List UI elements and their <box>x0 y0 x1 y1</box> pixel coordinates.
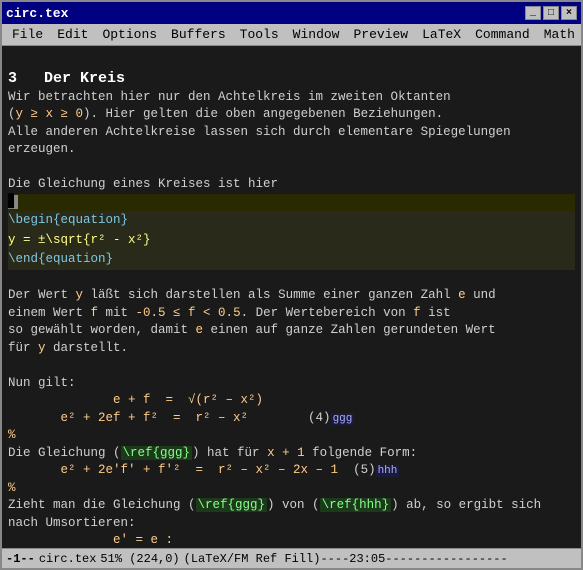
maximize-button[interactable]: □ <box>543 6 559 20</box>
line-15: Nun gilt: <box>8 375 575 393</box>
menu-buffers[interactable]: Buffers <box>165 26 232 43</box>
menu-command[interactable]: Command <box>469 26 536 43</box>
line-19: Die Gleichung (\ref{ggg}) hat für x + 1 … <box>8 445 575 463</box>
line-23: nach Umsortieren: <box>8 515 575 533</box>
menu-tools[interactable]: Tools <box>234 26 285 43</box>
line-17: e² + 2ef + f² = r² – x² (4)ggg <box>8 410 575 428</box>
line-14 <box>8 357 575 375</box>
menu-edit[interactable]: Edit <box>51 26 94 43</box>
close-button[interactable]: × <box>561 6 577 20</box>
status-position: 51% (224,0) <box>100 552 179 566</box>
line-6: erzeugen. <box>8 141 575 159</box>
menu-options[interactable]: Options <box>96 26 163 43</box>
line-7 <box>8 159 575 177</box>
line-21: % <box>8 480 575 498</box>
line-9 <box>8 270 575 288</box>
menu-file[interactable]: File <box>6 26 49 43</box>
menu-latex[interactable]: LaTeX <box>416 26 467 43</box>
title-bar-title: circ.tex <box>6 6 68 21</box>
line-heading: 3 Der Kreis <box>8 68 575 89</box>
minimize-button[interactable]: _ <box>525 6 541 20</box>
line-end-eq: \end{equation} <box>8 250 575 270</box>
main-window: circ.tex _ □ × File Edit Options Buffers… <box>0 0 583 570</box>
content-area[interactable]: 3 Der Kreis Wir betrachten hier nur den … <box>2 46 581 548</box>
menu-math[interactable]: Math <box>538 26 581 43</box>
line-16: e + f = √(r² – x²) <box>8 392 575 410</box>
line-eq-content: y = ±\sqrt{r² - x²} <box>8 231 575 251</box>
line-18: % <box>8 427 575 445</box>
status-bar: -1-- circ.tex 51% (224,0) (LaTeX/FM Ref … <box>2 548 581 568</box>
line-20: e² + 2e'f' + f'² = r² – x² – 2x – 1 (5)h… <box>8 462 575 480</box>
status-filename: circ.tex <box>39 552 97 566</box>
line-3: Wir betrachten hier nur den Achtelkreis … <box>8 89 575 107</box>
line-8: Die Gleichung eines Kreises ist hier <box>8 176 575 194</box>
status-extra: (LaTeX/FM Ref Fill)----23:05------------… <box>184 552 508 566</box>
line-12: so gewählt worden, damit e einen auf gan… <box>8 322 575 340</box>
line-begin-eq: \begin{equation} <box>8 211 575 231</box>
title-bar-controls: _ □ × <box>525 6 577 20</box>
menu-preview[interactable]: Preview <box>347 26 414 43</box>
title-bar: circ.tex _ □ × <box>2 2 581 24</box>
line-4: (y ≥ x ≥ 0). Hier gelten die oben angege… <box>8 106 575 124</box>
line-1 <box>8 50 575 68</box>
line-24: e' = e : <box>8 532 575 548</box>
menu-window[interactable]: Window <box>287 26 346 43</box>
line-5: Alle anderen Achtelkreise lassen sich du… <box>8 124 575 142</box>
menu-bar: File Edit Options Buffers Tools Window P… <box>2 24 581 46</box>
line-10: Der Wert y läßt sich darstellen als Summ… <box>8 287 575 305</box>
line-11: einem Wert f mit -0.5 ≤ f < 0.5. Der Wer… <box>8 305 575 323</box>
line-13: für y darstellt. <box>8 340 575 358</box>
line-22: Zieht man die Gleichung (\ref{ggg}) von … <box>8 497 575 515</box>
line-cursor: ▋ <box>8 194 575 212</box>
status-mode: -1-- <box>6 552 35 566</box>
